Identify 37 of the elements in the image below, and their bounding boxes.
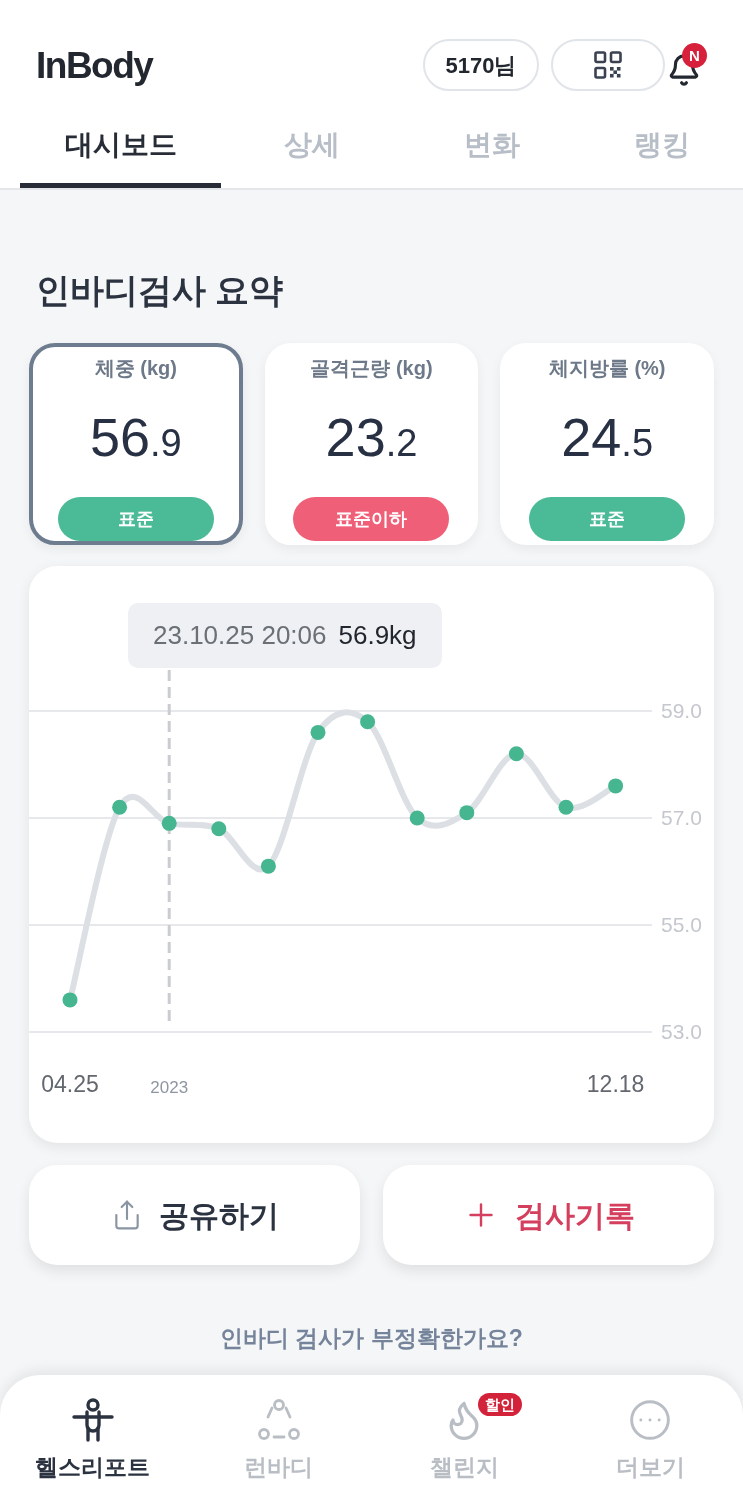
- tab[interactable]: 대시보드: [20, 115, 221, 188]
- card-title: 체지방률 (%): [548, 356, 666, 380]
- tooltip-datetime: 23.10.25 20:06: [153, 619, 327, 652]
- add-record-button[interactable]: 검사기록: [383, 1165, 714, 1265]
- metric-value: 23.2: [325, 407, 418, 469]
- x-axis-label: 04.25: [41, 1071, 99, 1097]
- inbody-logo: InBody: [36, 46, 153, 84]
- qr-code-icon: [594, 51, 622, 79]
- y-axis-label: 57.0: [661, 806, 702, 829]
- tooltip-value: 56.9kg: [338, 619, 417, 652]
- notification-button[interactable]: N: [667, 43, 707, 87]
- section-title: 인바디검사 요약: [36, 270, 285, 310]
- x-axis-label: 12.18: [586, 1071, 645, 1097]
- metric-card[interactable]: 체중 (kg) 56.9 표준: [29, 343, 243, 545]
- metric-value: 24.5: [561, 407, 654, 469]
- status-badge: 표준이하: [293, 497, 450, 541]
- nav-item[interactable]: 헬스리포트: [35, 1375, 151, 1511]
- metric-value: 56.9: [89, 407, 182, 469]
- metric-card[interactable]: 체지방률 (%) 24.5 표준: [500, 343, 714, 545]
- year-label: 2023: [150, 1078, 189, 1097]
- linked-circles-icon: [256, 1398, 301, 1442]
- y-axis-label: 59.0: [661, 699, 702, 722]
- card-title: 골격근량 (kg): [310, 356, 433, 380]
- discount-badge: 할인: [477, 1393, 522, 1416]
- card-title: 체중 (kg): [94, 356, 177, 380]
- status-badge: 표준: [57, 497, 214, 541]
- notification-badge: N: [682, 43, 707, 68]
- more-icon: [628, 1398, 673, 1442]
- person-icon: [70, 1398, 115, 1442]
- share-button[interactable]: 공유하기: [29, 1165, 360, 1265]
- status-badge: 표준: [529, 497, 686, 541]
- y-axis-label: 55.0: [661, 913, 702, 936]
- y-axis-label: 53.0: [661, 1020, 702, 1043]
- qr-button[interactable]: [551, 39, 665, 91]
- notice-text: 인바디 검사가 부정확한가요?: [219, 1324, 524, 1352]
- metric-card[interactable]: 골격근량 (kg) 23.2 표준이하: [264, 343, 479, 545]
- user-button[interactable]: 5170님: [423, 39, 539, 91]
